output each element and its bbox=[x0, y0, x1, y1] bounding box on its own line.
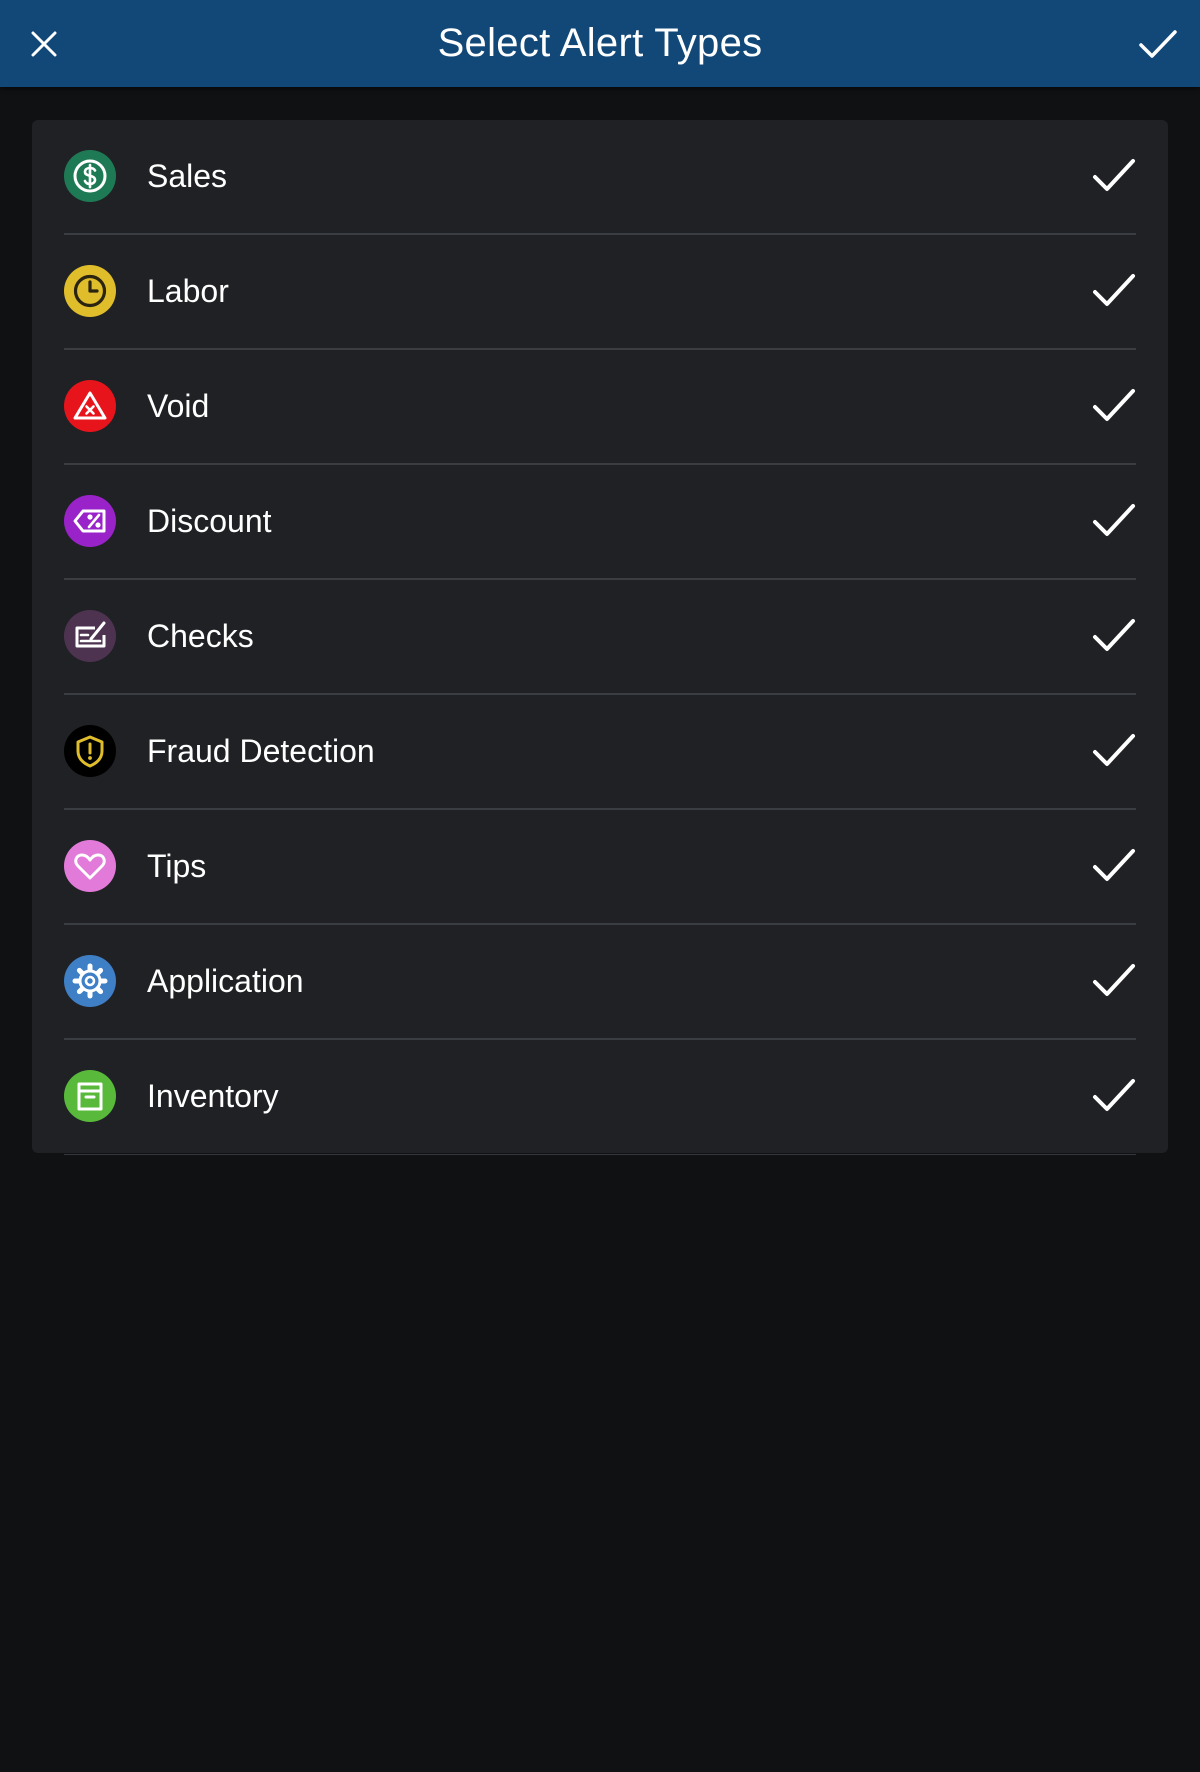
heart-icon bbox=[64, 840, 116, 892]
alert-type-labor[interactable]: Labor bbox=[32, 235, 1168, 350]
alert-type-label: Sales bbox=[147, 158, 228, 194]
dollar-circle-icon bbox=[64, 150, 116, 202]
selected-check-icon bbox=[1093, 274, 1135, 306]
alert-types-list: Sales Labor Void Discount Checks Fraud D… bbox=[32, 120, 1168, 1155]
alert-type-label: Fraud Detection bbox=[147, 733, 375, 769]
gear-icon bbox=[64, 955, 116, 1007]
selected-check-icon bbox=[1093, 1079, 1135, 1111]
alert-type-tips[interactable]: Tips bbox=[32, 810, 1168, 925]
alert-type-label: Tips bbox=[147, 848, 207, 884]
alert-type-label: Application bbox=[147, 963, 304, 999]
check-pen-icon bbox=[64, 610, 116, 662]
alert-type-label: Inventory bbox=[147, 1078, 279, 1114]
app-header: Select Alert Types bbox=[0, 0, 1200, 87]
alert-type-label: Checks bbox=[147, 618, 254, 654]
discount-tag-icon bbox=[64, 495, 116, 547]
alert-type-label: Discount bbox=[147, 503, 272, 539]
selected-check-icon bbox=[1093, 619, 1135, 651]
alert-type-discount[interactable]: Discount bbox=[32, 465, 1168, 580]
page-title: Select Alert Types bbox=[437, 21, 763, 65]
alert-type-inventory[interactable]: Inventory bbox=[32, 1040, 1168, 1155]
confirm-button[interactable] bbox=[1130, 18, 1186, 70]
alert-type-checks[interactable]: Checks bbox=[32, 580, 1168, 695]
row-divider bbox=[64, 1154, 1136, 1155]
alert-type-label: Labor bbox=[147, 273, 229, 309]
alert-type-fraud-detection[interactable]: Fraud Detection bbox=[32, 695, 1168, 810]
clock-icon bbox=[64, 265, 116, 317]
selected-check-icon bbox=[1093, 964, 1135, 996]
selected-check-icon bbox=[1093, 389, 1135, 421]
selected-check-icon bbox=[1093, 159, 1135, 191]
alert-type-sales[interactable]: Sales bbox=[32, 120, 1168, 235]
warning-triangle-icon bbox=[64, 380, 116, 432]
selected-check-icon bbox=[1093, 734, 1135, 766]
selected-check-icon bbox=[1093, 849, 1135, 881]
selected-check-icon bbox=[1093, 504, 1135, 536]
check-icon bbox=[1139, 30, 1177, 58]
alert-types-card: Sales Labor Void Discount Checks Fraud D… bbox=[32, 120, 1168, 1155]
alert-type-label: Void bbox=[147, 388, 210, 424]
alert-type-application[interactable]: Application bbox=[32, 925, 1168, 1040]
shield-alert-icon bbox=[64, 725, 116, 777]
alert-type-void[interactable]: Void bbox=[32, 350, 1168, 465]
archive-box-icon bbox=[64, 1070, 116, 1122]
